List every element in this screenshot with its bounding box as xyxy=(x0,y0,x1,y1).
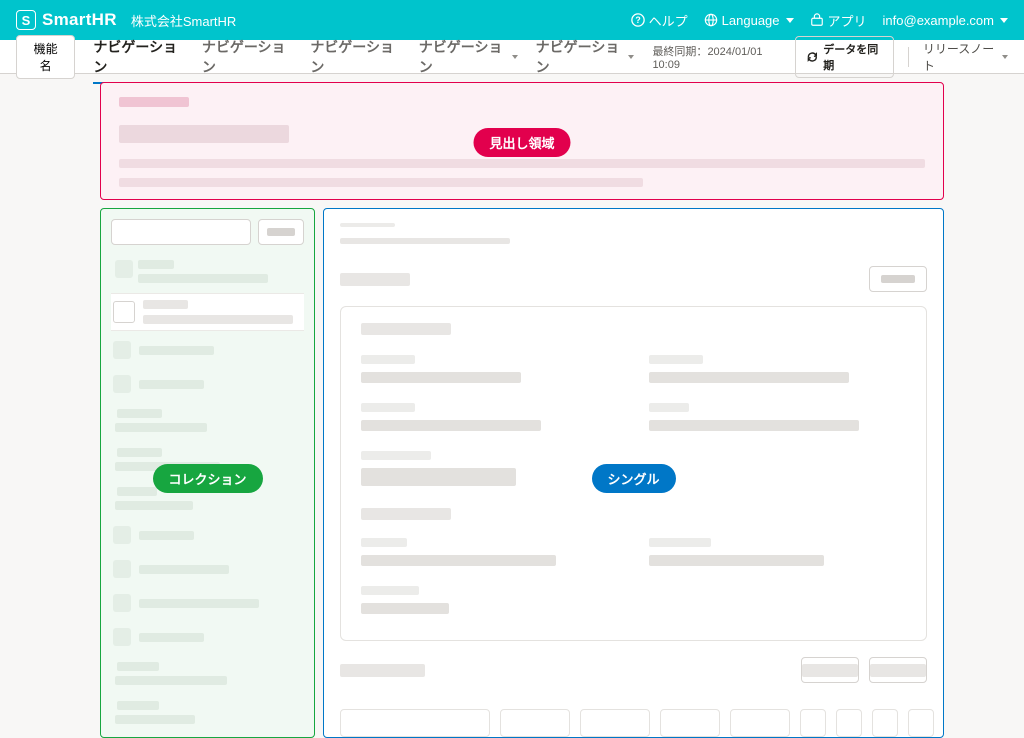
table-cell xyxy=(836,709,862,737)
refresh-icon xyxy=(806,50,819,64)
form-field xyxy=(361,586,619,614)
table-cell xyxy=(660,709,720,737)
sub-header: 機能名 ナビゲーション ナビゲーション ナビゲーション ナビゲーション ナビゲー… xyxy=(0,40,1024,74)
collection-region: コレクション xyxy=(100,208,315,738)
form-field xyxy=(361,451,619,486)
nav-tab-2[interactable]: ナビゲーション xyxy=(310,30,400,84)
single-region-label: シングル xyxy=(591,464,675,493)
heading-region-label: 見出し領域 xyxy=(473,128,570,157)
list-item[interactable] xyxy=(111,254,304,289)
divider xyxy=(908,47,909,67)
svg-text:?: ? xyxy=(635,15,640,25)
table-cell xyxy=(340,709,490,737)
help-link[interactable]: ? ヘルプ xyxy=(631,11,688,30)
list-item-selected[interactable] xyxy=(111,293,304,331)
nav-tab-0[interactable]: ナビゲーション xyxy=(93,30,183,84)
sync-button[interactable]: データを同期 xyxy=(795,36,894,78)
table-header-row xyxy=(340,709,927,737)
section-head xyxy=(340,266,927,292)
list-item[interactable] xyxy=(111,622,304,652)
logo-text: SmartHR xyxy=(42,10,117,30)
table-cell xyxy=(908,709,934,737)
form-field xyxy=(649,355,907,383)
list-item[interactable] xyxy=(111,369,304,399)
skeleton xyxy=(361,508,451,520)
feature-name-button[interactable]: 機能名 xyxy=(16,35,75,79)
form-field xyxy=(649,538,907,566)
skeleton xyxy=(119,125,289,143)
help-label: ヘルプ xyxy=(649,11,688,30)
list-item[interactable] xyxy=(111,588,304,618)
skeleton xyxy=(340,223,395,227)
chevron-down-icon xyxy=(512,55,518,59)
collection-region-label: コレクション xyxy=(152,464,262,493)
action-button[interactable] xyxy=(801,657,859,683)
skeleton xyxy=(119,97,189,107)
release-notes-menu[interactable]: リリースノート xyxy=(923,40,1008,74)
skeleton xyxy=(361,323,451,335)
chevron-down-icon xyxy=(628,55,634,59)
search-button[interactable] xyxy=(258,219,304,245)
list-item[interactable] xyxy=(111,554,304,584)
skeleton xyxy=(119,159,925,168)
form-field xyxy=(361,538,619,566)
table-cell xyxy=(500,709,570,737)
nav-tab-4[interactable]: ナビゲーション xyxy=(536,30,635,84)
section-action-button[interactable] xyxy=(869,266,927,292)
search-input[interactable] xyxy=(111,219,251,245)
list-item[interactable] xyxy=(111,403,304,438)
chevron-down-icon xyxy=(786,18,794,23)
list-item[interactable] xyxy=(111,656,304,691)
skeleton xyxy=(340,238,510,244)
language-menu[interactable]: Language xyxy=(704,13,794,28)
section-with-actions xyxy=(340,657,927,695)
skeleton xyxy=(340,664,425,677)
chevron-down-icon xyxy=(1000,18,1008,23)
form-field xyxy=(361,355,619,383)
table-cell xyxy=(730,709,790,737)
heading-region: 見出し領域 xyxy=(100,82,944,200)
sync-button-label: データを同期 xyxy=(823,41,883,73)
form-field xyxy=(361,403,619,431)
company-name: 株式会社SmartHR xyxy=(131,11,236,30)
nav-tab-1[interactable]: ナビゲーション xyxy=(202,30,292,84)
list-item[interactable] xyxy=(111,520,304,550)
form-field xyxy=(649,403,907,431)
table-cell xyxy=(580,709,650,737)
skeleton xyxy=(119,178,643,187)
account-email: info@example.com xyxy=(883,13,994,28)
logo-icon: S xyxy=(16,10,36,30)
apps-label: アプリ xyxy=(828,11,867,30)
apps-menu[interactable]: アプリ xyxy=(810,11,867,30)
skeleton xyxy=(340,273,410,286)
list-item[interactable] xyxy=(111,695,304,727)
list-item[interactable] xyxy=(111,335,304,365)
account-menu[interactable]: info@example.com xyxy=(883,13,1008,28)
logo[interactable]: S SmartHR xyxy=(16,10,117,30)
globe-icon xyxy=(704,13,718,27)
release-notes-label: リリースノート xyxy=(923,40,998,74)
language-label: Language xyxy=(722,13,780,28)
help-icon: ? xyxy=(631,13,645,27)
table-cell xyxy=(800,709,826,737)
nav-tab-3[interactable]: ナビゲーション xyxy=(419,30,518,84)
table-cell xyxy=(872,709,898,737)
chevron-down-icon xyxy=(1002,55,1008,59)
single-region: シングル xyxy=(323,208,944,738)
apps-icon xyxy=(810,13,824,27)
main-content: 見出し領域 コレクション xyxy=(0,74,1024,738)
action-button[interactable] xyxy=(869,657,927,683)
last-sync-text: 最終同期：2024/01/01 10:09 xyxy=(652,43,780,71)
